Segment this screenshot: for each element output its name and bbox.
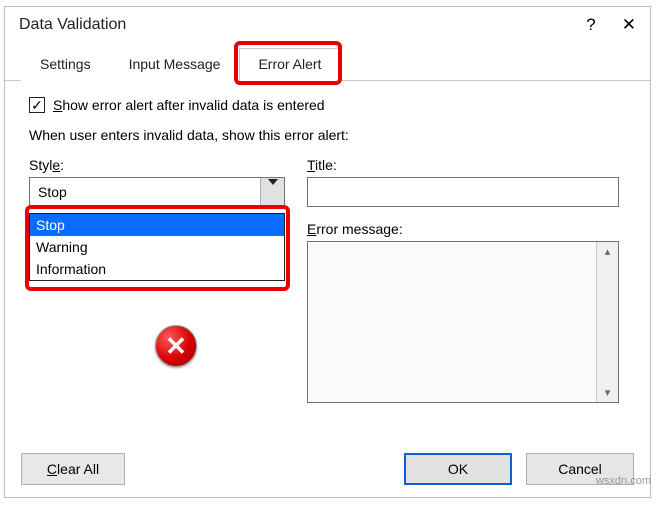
instruction-text: When user enters invalid data, show this…: [29, 127, 626, 143]
watermark-text: wsxdn.com: [596, 475, 651, 487]
title-input[interactable]: [307, 177, 619, 207]
help-icon[interactable]: ?: [586, 15, 595, 35]
error-preview-icon: ✕: [155, 325, 199, 369]
tab-input-message[interactable]: Input Message: [110, 48, 240, 81]
style-combobox[interactable]: Stop: [29, 177, 285, 207]
dropdown-item-information[interactable]: Information: [30, 258, 284, 280]
show-error-alert-label: Show error alert after invalid data is e…: [53, 97, 325, 113]
error-message-label: Error message:: [307, 221, 626, 237]
dialog-title: Data Validation: [19, 16, 126, 34]
clear-all-button[interactable]: Clear All: [21, 453, 125, 485]
tab-bar: Settings Input Message Error Alert: [5, 39, 650, 81]
dropdown-item-stop[interactable]: Stop: [30, 214, 284, 236]
scrollbar[interactable]: ▴ ▾: [596, 242, 618, 402]
scroll-up-icon[interactable]: ▴: [605, 245, 611, 258]
highlight-box-tab: [234, 41, 342, 85]
close-icon[interactable]: ✕: [622, 15, 636, 35]
chevron-down-icon: [268, 185, 278, 200]
error-message-textarea[interactable]: ▴ ▾: [307, 241, 619, 403]
tab-settings[interactable]: Settings: [21, 48, 110, 81]
x-icon: ✕: [165, 333, 187, 359]
ok-button[interactable]: OK: [404, 453, 512, 485]
title-label: Title:: [307, 157, 626, 173]
scroll-down-icon[interactable]: ▾: [605, 386, 611, 399]
combobox-button[interactable]: [260, 178, 284, 206]
dropdown-item-warning[interactable]: Warning: [30, 236, 284, 258]
show-error-alert-checkbox[interactable]: [29, 97, 45, 113]
style-label: Style:: [29, 157, 285, 173]
style-dropdown: Stop Warning Information: [29, 213, 285, 281]
style-value: Stop: [30, 184, 260, 200]
